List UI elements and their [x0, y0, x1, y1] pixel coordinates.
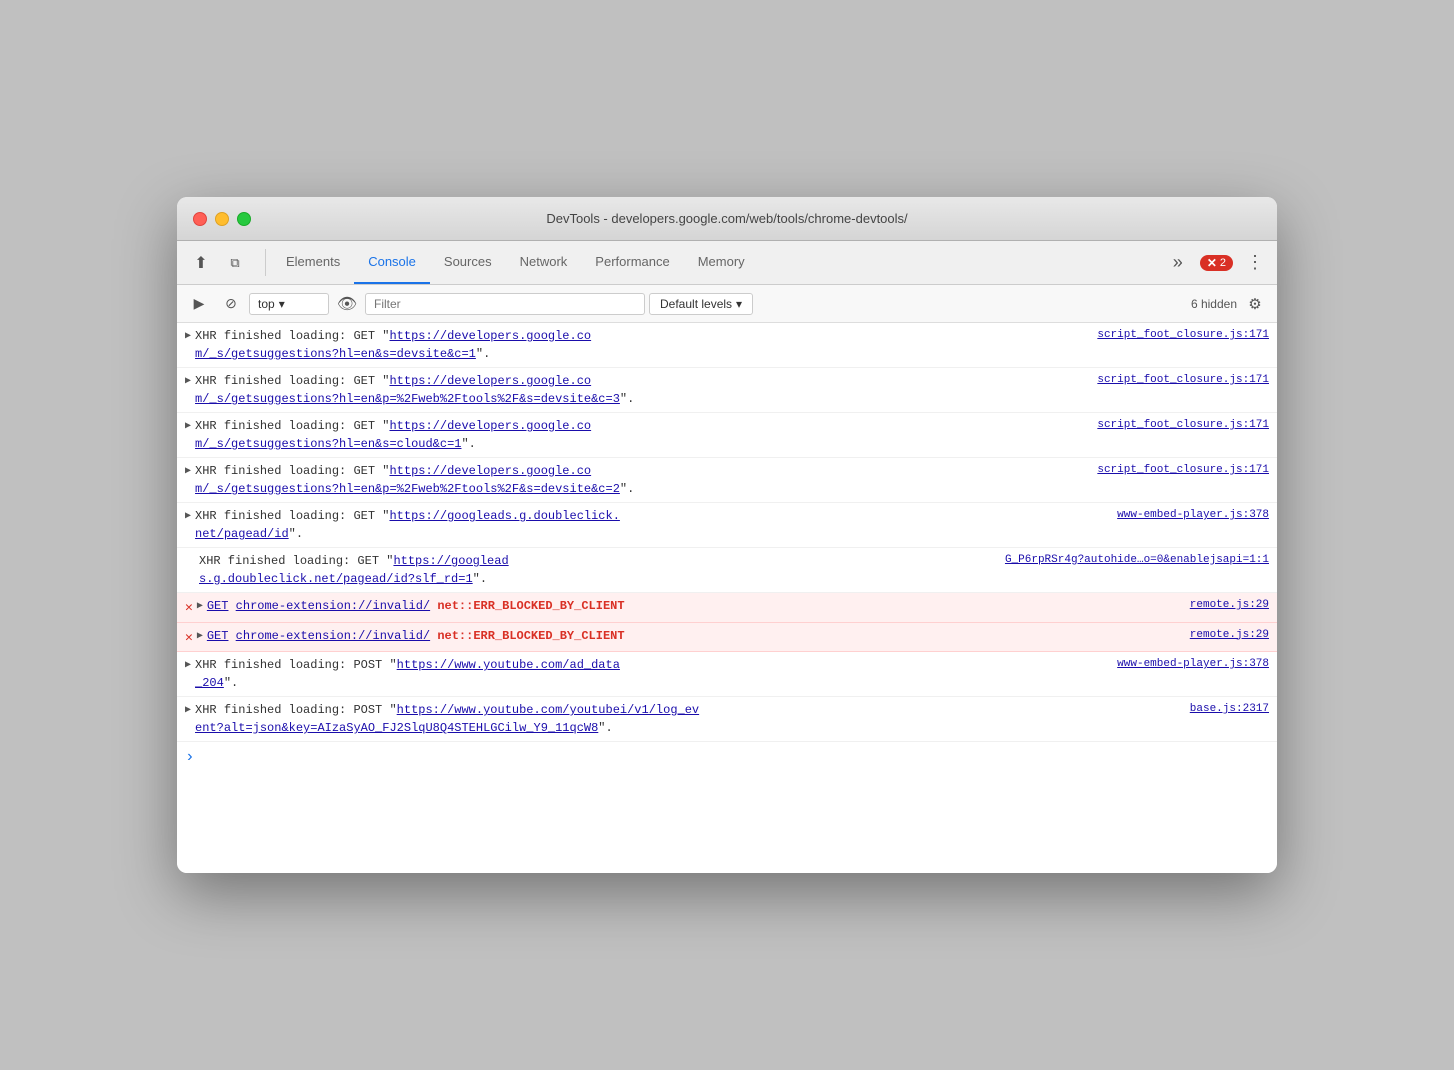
log-entry: ▶ XHR finished loading: GET "https://goo… [177, 503, 1277, 548]
xhr-url-link[interactable]: https://developers.google.com/_s/getsugg… [195, 374, 620, 406]
tab-sources[interactable]: Sources [430, 241, 506, 284]
hidden-count: 6 hidden [1191, 297, 1237, 311]
error-url-link[interactable]: chrome-extension://invalid/ [236, 629, 430, 643]
settings-icon: ⚙ [1248, 295, 1261, 313]
toggle-arrow[interactable]: ▶ [197, 599, 203, 614]
tabs-right: » ✕ 2 ⋮ [1164, 241, 1269, 284]
levels-dropdown[interactable]: Default levels ▾ [649, 293, 753, 315]
error-icon: ✕ [1207, 256, 1217, 270]
toolbar-icons: ⬆ ⧉ [185, 241, 251, 284]
kebab-menu-button[interactable]: ⋮ [1241, 249, 1269, 277]
console-toolbar: ▶ ⊘ top ▾ 👁 Default levels ▾ 6 hidden ⚙ [177, 285, 1277, 323]
toggle-arrow[interactable]: ▶ [185, 509, 191, 524]
log-entry: XHR finished loading: GET "https://googl… [177, 548, 1277, 593]
source-link[interactable]: www-embed-player.js:378 [1117, 507, 1269, 524]
toggle-arrow[interactable]: ▶ [185, 374, 191, 389]
tab-network[interactable]: Network [506, 241, 582, 284]
log-entry-error: ✕ ▶ GET chrome-extension://invalid/ net:… [177, 593, 1277, 623]
title-bar: DevTools - developers.google.com/web/too… [177, 197, 1277, 241]
console-prompt[interactable]: › [177, 742, 1277, 772]
source-link[interactable]: www-embed-player.js:378 [1117, 656, 1269, 673]
log-entry: ▶ XHR finished loading: POST "https://ww… [177, 652, 1277, 697]
log-entry: ▶ XHR finished loading: GET "https://dev… [177, 458, 1277, 503]
close-button[interactable] [193, 212, 207, 226]
eye-button[interactable]: 👁 [333, 290, 361, 318]
cursor-icon: ⬆ [194, 253, 207, 273]
filter-container [365, 293, 645, 315]
toggle-arrow[interactable]: ▶ [185, 658, 191, 673]
source-link[interactable]: script_foot_closure.js:171 [1097, 462, 1269, 479]
log-entry: ▶ XHR finished loading: GET "https://dev… [177, 323, 1277, 368]
console-output: ▶ XHR finished loading: GET "https://dev… [177, 323, 1277, 873]
toggle-arrow[interactable]: ▶ [197, 629, 203, 644]
prompt-chevron: › [185, 748, 195, 766]
eye-icon: 👁 [337, 294, 357, 314]
error-circle-icon: ✕ [185, 628, 193, 648]
traffic-lights [193, 212, 251, 226]
layers-icon: ⧉ [230, 255, 239, 271]
source-link[interactable]: script_foot_closure.js:171 [1097, 372, 1269, 389]
block-button[interactable]: ⊘ [217, 290, 245, 318]
source-link[interactable]: remote.js:29 [1190, 627, 1269, 644]
context-selector[interactable]: top ▾ [249, 293, 329, 315]
block-icon: ⊘ [225, 295, 237, 312]
more-tabs-button[interactable]: » [1164, 249, 1192, 277]
levels-arrow: ▾ [736, 297, 742, 311]
maximize-button[interactable] [237, 212, 251, 226]
tab-memory[interactable]: Memory [684, 241, 759, 284]
tabs-bar: ⬆ ⧉ Elements Console Sources Network Per… [177, 241, 1277, 285]
run-script-button[interactable]: ▶ [185, 290, 213, 318]
log-entry: ▶ XHR finished loading: GET "https://dev… [177, 368, 1277, 413]
tab-elements[interactable]: Elements [272, 241, 354, 284]
devtools-window: DevTools - developers.google.com/web/too… [177, 197, 1277, 873]
log-entry-error: ✕ ▶ GET chrome-extension://invalid/ net:… [177, 623, 1277, 653]
source-link[interactable]: base.js:2317 [1190, 701, 1269, 718]
toggle-arrow[interactable]: ▶ [185, 329, 191, 344]
context-value: top [258, 297, 275, 311]
error-badge: ✕ 2 [1200, 255, 1233, 271]
xhr-url-link[interactable]: https://developers.google.com/_s/getsugg… [195, 419, 591, 451]
xhr-url-link[interactable]: https://googleads.g.doubleclick.net/page… [195, 509, 620, 541]
cursor-icon-button[interactable]: ⬆ [185, 247, 217, 279]
context-arrow: ▾ [279, 297, 285, 311]
source-link[interactable]: G_P6rpRSr4g?autohide…o=0&enablejsapi=1:1 [1005, 552, 1269, 569]
minimize-button[interactable] [215, 212, 229, 226]
log-entry: ▶ XHR finished loading: POST "https://ww… [177, 697, 1277, 742]
toggle-arrow[interactable]: ▶ [185, 419, 191, 434]
tab-divider [265, 249, 266, 276]
error-circle-icon: ✕ [185, 598, 193, 618]
source-link[interactable]: script_foot_closure.js:171 [1097, 327, 1269, 344]
error-count: 2 [1220, 257, 1226, 269]
xhr-url-link[interactable]: https://googleads.g.doubleclick.net/page… [199, 554, 509, 586]
get-method-link[interactable]: GET [207, 599, 229, 613]
xhr-url-link[interactable]: https://developers.google.com/_s/getsugg… [195, 464, 620, 496]
toggle-arrow[interactable]: ▶ [185, 703, 191, 718]
tab-performance[interactable]: Performance [581, 241, 683, 284]
error-url-link[interactable]: chrome-extension://invalid/ [236, 599, 430, 613]
xhr-url-link[interactable]: https://developers.google.com/_s/getsugg… [195, 329, 591, 361]
source-link[interactable]: script_foot_closure.js:171 [1097, 417, 1269, 434]
xhr-url-link[interactable]: https://www.youtube.com/youtubei/v1/log_… [195, 703, 699, 735]
layers-icon-button[interactable]: ⧉ [219, 247, 251, 279]
filter-input[interactable] [374, 297, 636, 311]
window-title: DevTools - developers.google.com/web/too… [546, 211, 907, 226]
tab-console[interactable]: Console [354, 241, 430, 284]
xhr-url-link[interactable]: https://www.youtube.com/ad_data_204 [195, 658, 620, 690]
console-settings-button[interactable]: ⚙ [1241, 290, 1269, 318]
get-method-link[interactable]: GET [207, 629, 229, 643]
source-link[interactable]: remote.js:29 [1190, 597, 1269, 614]
toggle-arrow[interactable]: ▶ [185, 464, 191, 479]
log-entry: ▶ XHR finished loading: GET "https://dev… [177, 413, 1277, 458]
run-icon: ▶ [194, 295, 205, 312]
levels-label: Default levels [660, 297, 732, 311]
